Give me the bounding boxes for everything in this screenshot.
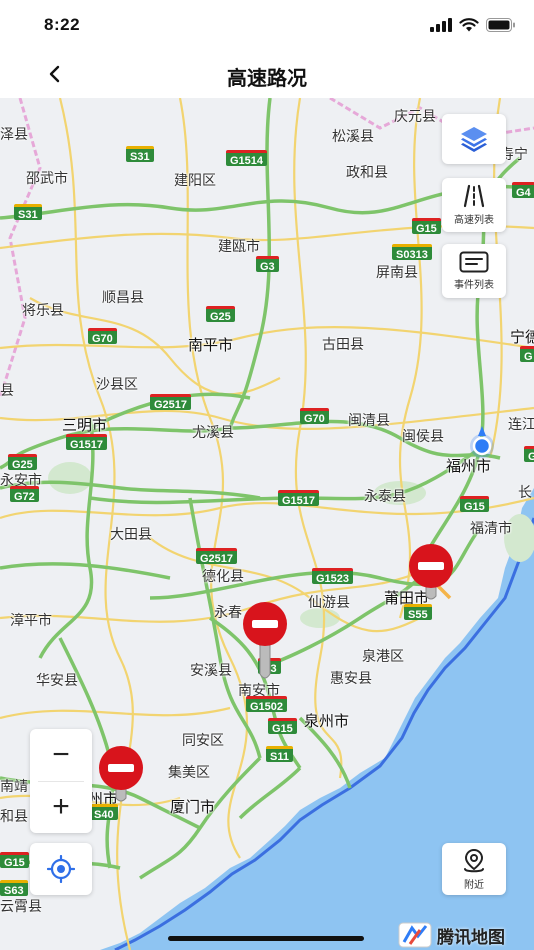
- place-label: 永泰县: [364, 488, 406, 504]
- place-label: 古田县: [322, 336, 364, 352]
- highway-shield: G1502: [246, 696, 288, 713]
- place-label: 南平市: [188, 337, 234, 354]
- place-label: 三明市: [62, 417, 108, 434]
- highway-shield: G2517: [150, 394, 192, 411]
- place-label: 惠安县: [330, 670, 372, 686]
- status-icons: [430, 17, 516, 33]
- nav-bar: 高速路况: [0, 50, 534, 98]
- place-label: 安溪县: [190, 662, 232, 678]
- highway-shield: G1514: [226, 150, 268, 167]
- wifi-icon: [459, 18, 479, 32]
- place-label: 建阳区: [174, 172, 216, 188]
- map-provider-name: 腾讯地图: [437, 927, 505, 947]
- event-list-button[interactable]: 事件列表: [442, 244, 506, 298]
- traffic-event-pin[interactable]: [240, 602, 290, 682]
- map-provider-logo: 腾讯地图: [398, 922, 505, 948]
- place-label: 尤溪县: [192, 424, 234, 440]
- highway-shield: S31: [126, 146, 154, 163]
- zoom-divider: [38, 781, 84, 782]
- place-label: 顺昌县: [102, 289, 144, 305]
- status-bar: 8:22: [0, 0, 534, 50]
- highway-shield: G3: [256, 256, 279, 273]
- place-label: 闽清县: [348, 412, 390, 428]
- place-label: 县: [0, 382, 14, 398]
- traffic-event-pin[interactable]: [96, 746, 146, 826]
- place-label: 厦门市: [170, 799, 216, 816]
- highway-list-label: 高速列表: [454, 215, 494, 226]
- highway-shield: G: [520, 346, 534, 363]
- highway-shield: S63: [0, 880, 28, 897]
- page-title: 高速路况: [227, 68, 307, 90]
- place-label: 德化县: [202, 568, 244, 584]
- highway-shield: G15: [460, 496, 489, 513]
- highway-list-button[interactable]: 高速列表: [442, 178, 506, 232]
- layers-icon: [461, 127, 487, 152]
- place-label: 华安县: [36, 672, 78, 688]
- place-label: 沙县区: [96, 376, 138, 392]
- place-label: 仙游县: [308, 594, 350, 610]
- place-label: 邵武市: [26, 170, 68, 186]
- place-label: 和县: [0, 808, 28, 824]
- nearby-pin-icon: [464, 848, 484, 872]
- highway-shield: S11: [266, 746, 293, 763]
- place-label: 闽侯县: [402, 428, 444, 444]
- highway-icon: [463, 184, 485, 208]
- home-indicator: [168, 936, 364, 941]
- highway-shield: S31: [14, 204, 42, 221]
- event-list-icon: [459, 251, 489, 273]
- place-label: 建瓯市: [218, 238, 260, 254]
- highway-shield: G15: [412, 218, 441, 235]
- status-time: 8:22: [44, 15, 81, 34]
- tencent-map-logo-icon: [398, 922, 432, 948]
- crosshair-icon: [47, 855, 75, 883]
- place-label: 将乐县: [22, 302, 64, 318]
- battery-icon: [486, 18, 515, 32]
- place-label: 宁德: [510, 329, 534, 346]
- place-label: 云霄县: [0, 898, 42, 914]
- highway-shield: G25: [206, 306, 235, 323]
- place-label: 同安区: [182, 732, 224, 748]
- place-label: 长: [518, 484, 532, 500]
- zoom-control: − +: [30, 729, 92, 833]
- place-label: 集美区: [168, 764, 210, 780]
- highway-shield: G25: [8, 454, 37, 471]
- highway-shield: S0313: [392, 244, 432, 261]
- place-label: 松溪县: [332, 128, 374, 144]
- place-label: 漳平市: [10, 612, 52, 628]
- place-label: 庆元县: [394, 108, 436, 124]
- highway-shield: G4: [512, 182, 534, 199]
- place-label: 泉州市: [304, 713, 350, 730]
- highway-shield: G70: [88, 328, 117, 345]
- place-label: 泉港区: [362, 648, 404, 664]
- event-list-label: 事件列表: [454, 280, 494, 291]
- place-label: 屏南县: [376, 264, 418, 280]
- place-label: 连江: [508, 416, 534, 432]
- highway-shield: G: [524, 446, 534, 463]
- place-label: 福清市: [470, 520, 512, 536]
- nearby-label: 附近: [464, 879, 484, 891]
- highway-shield: G72: [10, 486, 39, 503]
- locate-me-button[interactable]: [30, 843, 92, 895]
- highway-shield: G15: [268, 718, 297, 735]
- highway-shield: G1517: [278, 490, 320, 507]
- layers-button[interactable]: [442, 114, 506, 164]
- highway-shield: G2517: [196, 548, 238, 565]
- highway-shield: G1517: [66, 434, 108, 451]
- highway-shield: G70: [300, 408, 329, 425]
- place-label: 永春: [214, 604, 242, 620]
- forest-patch: [48, 462, 92, 494]
- current-location-marker: [470, 426, 494, 458]
- nearby-button[interactable]: 附近: [442, 843, 506, 895]
- highway-shield: G1523: [312, 568, 354, 585]
- cellular-signal-icon: [430, 18, 452, 32]
- place-label: 南靖: [0, 778, 28, 794]
- traffic-event-pin[interactable]: [406, 544, 456, 624]
- highway-shield: G15: [0, 852, 29, 869]
- place-label: 大田县: [110, 526, 152, 542]
- zoom-out-button[interactable]: −: [30, 729, 92, 781]
- place-label: 政和县: [346, 164, 388, 180]
- place-label: 泽县: [0, 126, 28, 142]
- zoom-in-button[interactable]: +: [30, 781, 92, 833]
